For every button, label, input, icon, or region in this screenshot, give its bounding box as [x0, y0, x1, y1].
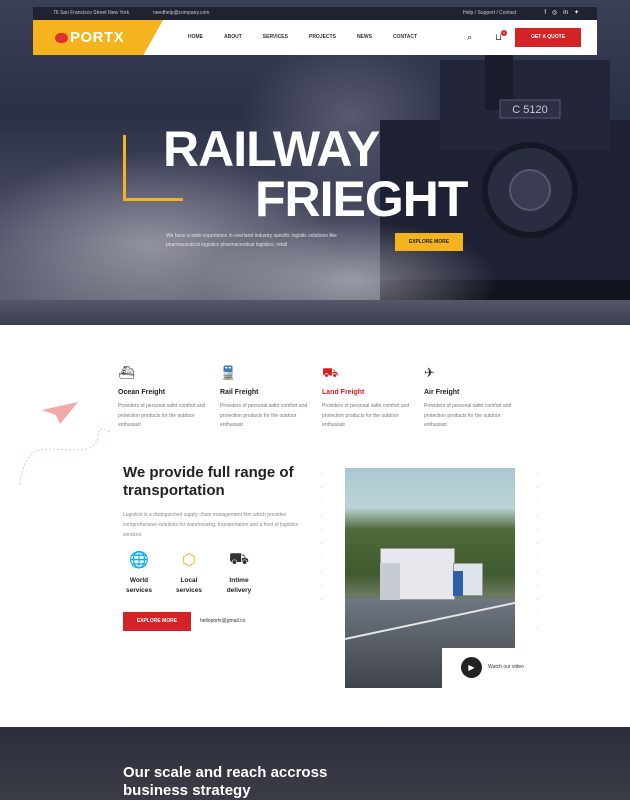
loco-plate: C 5120 — [512, 104, 547, 116]
nav-about[interactable]: ABOUT — [224, 34, 242, 40]
feature-item: 🌐 World services — [119, 550, 159, 596]
nav-home[interactable]: HOME — [188, 34, 203, 40]
truck-cab — [380, 563, 400, 600]
service-title: Air Freight — [424, 389, 460, 396]
hero-title-line2: FRIEGHT — [255, 171, 468, 227]
video-box[interactable]: ▶ Watch our video — [442, 648, 542, 688]
nav-news[interactable]: NEWS — [357, 34, 372, 40]
search-icon[interactable]: ⌕ — [467, 32, 472, 43]
service-desc: Providers of personal safet comfort and … — [118, 403, 206, 428]
service-card[interactable]: ⛴ Ocean Freight Providers of personal sa… — [118, 365, 213, 431]
service-desc: Providers of personal safet comfort and … — [322, 403, 410, 428]
help-links[interactable]: Help / Support / Contact — [463, 10, 516, 16]
watch-video-label[interactable]: Watch our video — [488, 664, 524, 670]
train-icon: 🚆 — [220, 365, 237, 380]
hero-explore-button[interactable]: EXPLORE MORE — [395, 233, 463, 251]
feature-label: World services — [125, 577, 153, 594]
main-nav: PORTX HOME ABOUT SERVICES PROJECTS NEWS CONTA… — [33, 20, 597, 55]
contact-email[interactable]: helloportx@gmail.co — [200, 618, 245, 624]
hero-section: C 5120 76 San Francisco Street New York … — [0, 0, 630, 325]
facebook-icon[interactable]: f — [544, 10, 546, 16]
feature-label: Intime delivery — [226, 577, 252, 594]
paper-plane-icon — [42, 402, 78, 424]
play-icon[interactable]: ▶ — [461, 657, 482, 678]
email-text[interactable]: needhelp@company.com — [153, 10, 209, 16]
social-links: f ◎ in ✦ — [538, 9, 579, 16]
page: C 5120 76 San Francisco Street New York … — [0, 0, 630, 800]
address-text: 76 San Francisco Street New York — [53, 10, 130, 16]
nav-services[interactable]: SERVICES — [263, 34, 288, 40]
service-title: Rail Freight — [220, 389, 259, 396]
dot-grid-decoration: · · · · · · · · · · · · — [536, 468, 549, 632]
service-card[interactable]: ⛟ Land Freight Providers of personal saf… — [322, 365, 417, 431]
linkedin-icon[interactable]: in — [563, 10, 568, 16]
transport-explore-button[interactable]: EXPLORE MORE — [123, 612, 191, 631]
logo[interactable]: PORTX — [55, 29, 124, 46]
ship-icon: ⛴ — [118, 365, 135, 380]
logo-text: PORTX — [70, 29, 125, 46]
feature-item: ⛟ Intime delivery — [219, 550, 259, 596]
tracks — [0, 300, 630, 325]
strategy-heading: Our scale and reach accross business str… — [123, 764, 328, 799]
delivery-truck-icon: ⛟ — [228, 551, 250, 568]
nav-projects[interactable]: PROJECTS — [309, 34, 336, 40]
truck-icon: ⛟ — [322, 365, 339, 380]
feature-item: ⬡ Local services — [169, 550, 209, 596]
menu: HOME ABOUT SERVICES PROJECTS NEWS CONTACT — [188, 34, 438, 40]
feature-label: Local services — [175, 577, 203, 594]
service-card[interactable]: 🚆 Rail Freight Providers of personal saf… — [220, 365, 315, 431]
transport-text: Logistick is a distinguished supply chai… — [123, 512, 298, 538]
instagram-icon[interactable]: ◎ — [552, 10, 557, 16]
service-title: Ocean Freight — [118, 389, 166, 396]
twitter-icon[interactable]: ✦ — [574, 10, 579, 16]
hero-text: We have a wide experience in overland in… — [166, 233, 337, 248]
get-quote-button[interactable]: GET A QUOTE — [515, 28, 581, 47]
service-card[interactable]: ✈ Air Freight Providers of personal safe… — [424, 365, 519, 431]
top-bar: 76 San Francisco Street New York needhel… — [33, 7, 597, 20]
dot-grid-decoration: · · · · · · · · · · — [320, 468, 333, 604]
plane-icon: ✈ — [424, 365, 435, 380]
transport-heading: We provide full range of transportation — [123, 464, 294, 499]
box-icon: ⬡ — [182, 552, 196, 569]
cart-count: 0 — [501, 30, 507, 36]
logo-mark-icon — [55, 33, 68, 44]
globe-icon: 🌐 — [129, 552, 149, 569]
service-title: Land Freight — [322, 389, 365, 396]
truck-cab — [453, 571, 463, 596]
nav-contact[interactable]: CONTACT — [393, 34, 417, 40]
service-desc: Providers of personal safet comfort and … — [220, 403, 308, 428]
service-desc: Providers of personal safet comfort and … — [424, 403, 512, 428]
